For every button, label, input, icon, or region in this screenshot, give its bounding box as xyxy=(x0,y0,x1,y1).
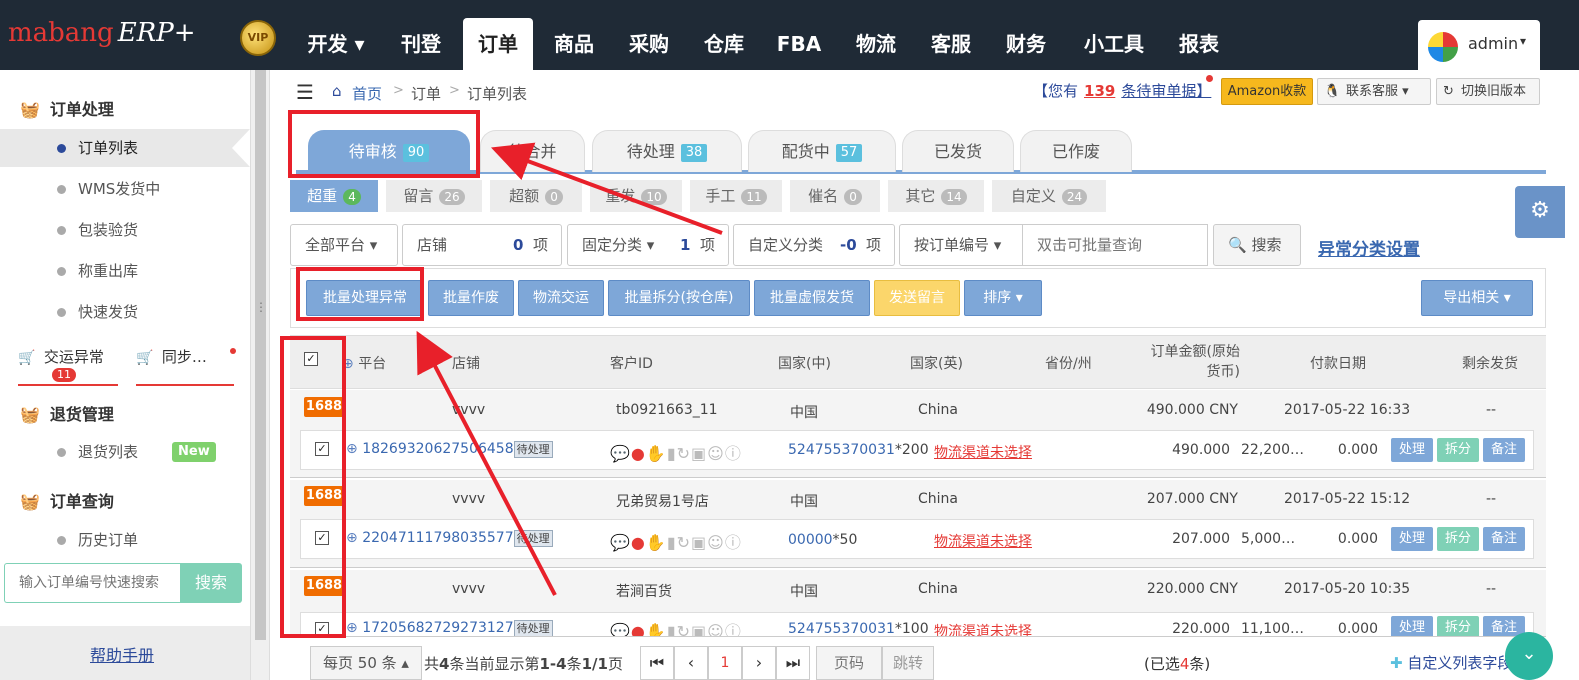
annotation-arrow-tab xyxy=(490,142,723,235)
annotation-arrows xyxy=(416,142,723,596)
annotation-arrow-batch xyxy=(416,330,557,596)
